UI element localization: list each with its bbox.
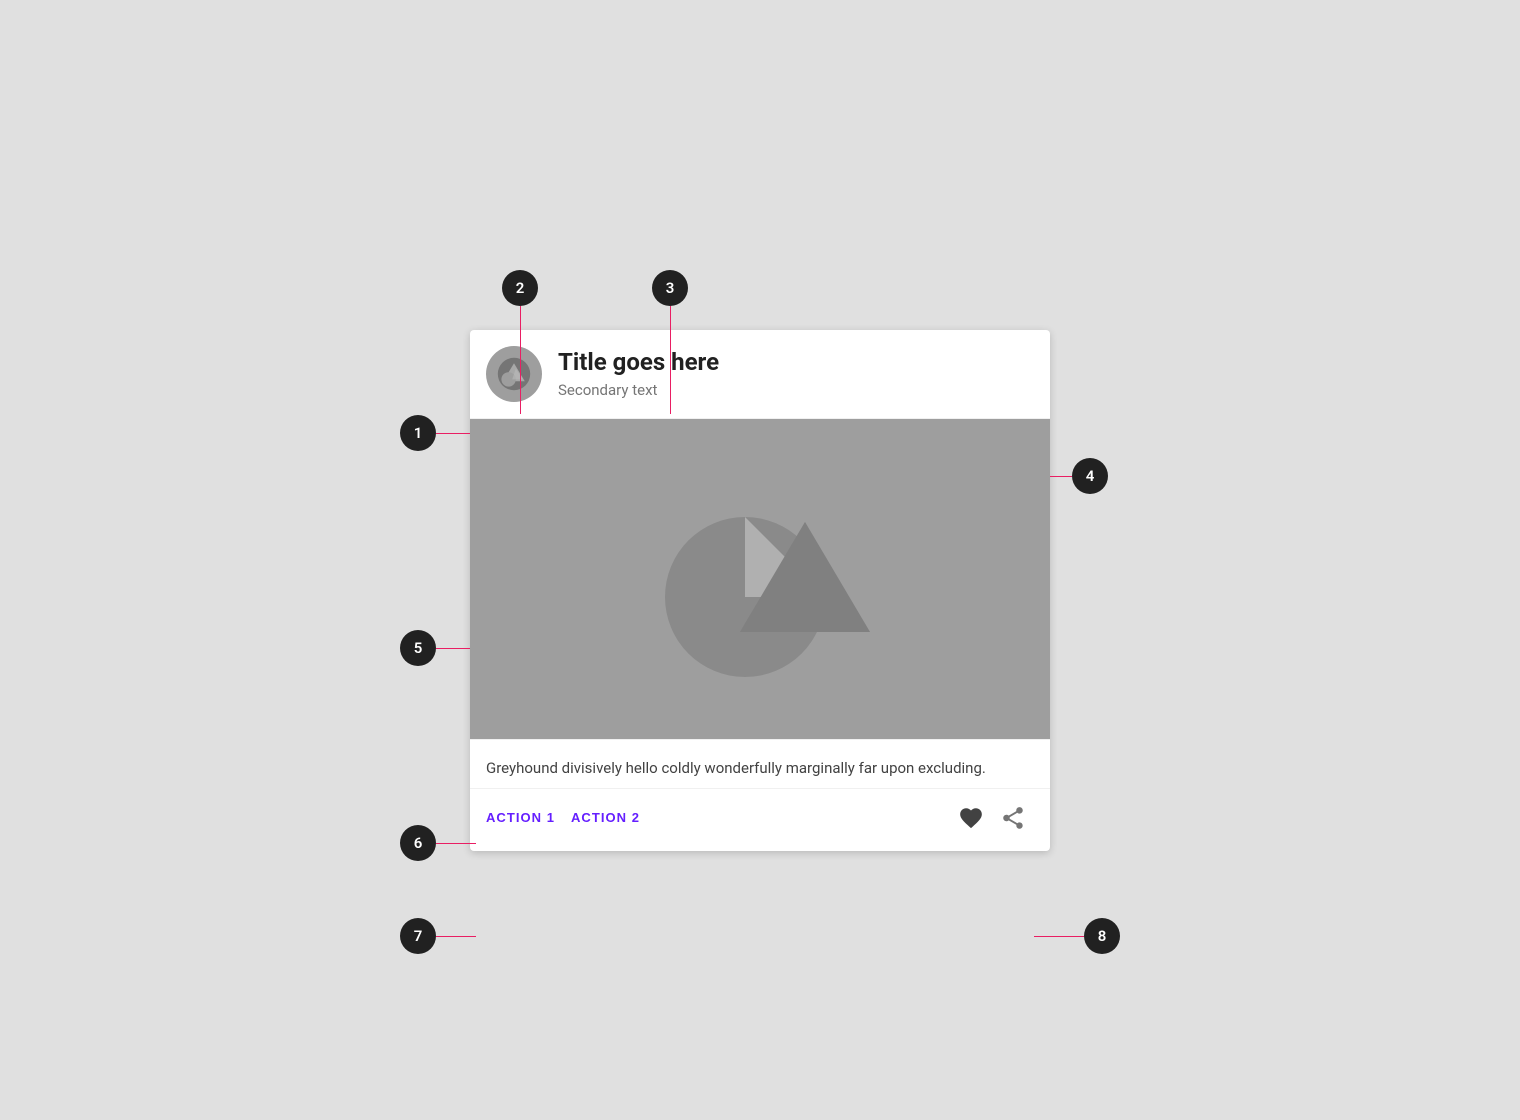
card-header: Title goes here Secondary text (470, 330, 1050, 419)
avatar (486, 346, 542, 402)
card-actions: ACTION 1 ACTION 2 (470, 788, 1050, 851)
action1-button[interactable]: ACTION 1 (486, 802, 567, 833)
annotation-bubble-2: 2 (502, 270, 538, 306)
card-description: Greyhound divisively hello coldly wonder… (486, 756, 1034, 780)
annotation-line-2 (520, 306, 521, 414)
card-body: Greyhound divisively hello coldly wonder… (470, 739, 1050, 788)
card-media (470, 419, 1050, 739)
card-header-text: Title goes here Secondary text (558, 348, 719, 399)
annotation-bubble-1: 1 (400, 415, 436, 451)
annotation-line-3 (670, 306, 671, 414)
annotation-bubble-8: 8 (1084, 918, 1120, 954)
action2-button[interactable]: ACTION 2 (571, 802, 652, 833)
annotation-bubble-3: 3 (652, 270, 688, 306)
share-icon (1000, 805, 1026, 831)
annotation-bubble-7: 7 (400, 918, 436, 954)
annotation-line-6 (436, 843, 476, 844)
favorite-button[interactable] (950, 797, 992, 839)
heart-icon (958, 805, 984, 831)
annotation-bubble-4: 4 (1072, 458, 1108, 494)
annotation-bubble-6: 6 (400, 825, 436, 861)
avatar-icon (496, 356, 532, 392)
annotation-bubble-5: 5 (400, 630, 436, 666)
card: Title goes here Secondary text (470, 330, 1050, 851)
annotation-line-7 (436, 936, 476, 937)
share-button[interactable] (992, 797, 1034, 839)
card-title: Title goes here (558, 348, 719, 377)
card-secondary-text: Secondary text (558, 381, 719, 399)
annotation-line-8 (1034, 936, 1084, 937)
media-placeholder-icon (650, 467, 870, 691)
